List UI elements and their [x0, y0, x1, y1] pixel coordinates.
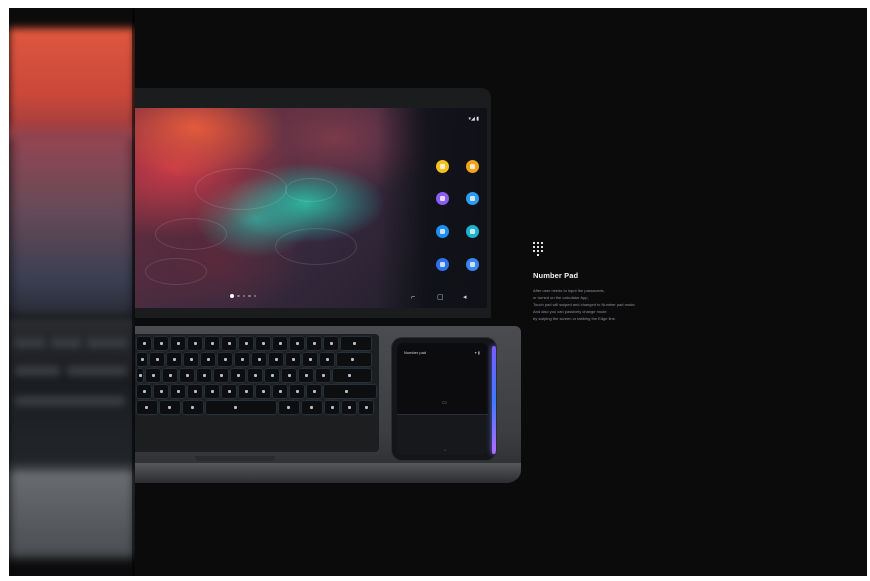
app-icon[interactable]: [459, 225, 485, 240]
app-icon[interactable]: [429, 258, 455, 273]
description-line: by swiping the screen or tabbing the Edg…: [533, 316, 616, 321]
status-bar: ▾◢ ▮: [468, 116, 480, 122]
app-icon[interactable]: [429, 225, 455, 240]
app-icon[interactable]: [429, 160, 455, 175]
app-icon[interactable]: [459, 160, 485, 175]
tablet-screen: ▾◢ ▮ ⌐ ▢ ◂: [135, 108, 487, 308]
edge-line[interactable]: [492, 346, 496, 454]
blurred-laptop-closeup: [9, 8, 135, 576]
phone-touchpad[interactable]: Number pad ▾ ▮ ▭ ▫: [392, 338, 496, 460]
opening-notch: [195, 456, 275, 461]
page-indicator: [230, 294, 256, 298]
touchpad-glyph-icon: ▭: [442, 400, 447, 406]
app-icon[interactable]: [459, 258, 485, 273]
back-icon[interactable]: ◂: [463, 293, 467, 301]
description-line: Touch pad will swiped and changed to Num…: [533, 302, 636, 307]
description-line: or turned on the calculator App,: [533, 295, 589, 300]
laptop-base-edge: [135, 463, 521, 483]
phone-title: Number pad: [404, 350, 427, 355]
phone-status-icons: ▾ ▮: [474, 350, 480, 355]
app-icon[interactable]: [429, 192, 455, 207]
feature-title: Number Pad: [533, 271, 579, 280]
dial-grid-icon: [533, 242, 547, 260]
feature-description: After user needs to input the passwords,…: [533, 287, 703, 322]
description-line: After user needs to input the passwords,: [533, 288, 605, 293]
recents-icon[interactable]: ⌐: [411, 294, 415, 301]
keyboard: [135, 334, 379, 452]
touchpad-glyph-icon: ▫: [444, 448, 446, 454]
home-icon[interactable]: ▢: [437, 293, 444, 301]
product-render: ▾◢ ▮ ⌐ ▢ ◂ Number pad ▾ ▮ ▭ ▫ Number Pad…: [9, 8, 867, 576]
description-line: And also you can passively change mode: [533, 309, 607, 314]
app-icon[interactable]: [459, 192, 485, 207]
